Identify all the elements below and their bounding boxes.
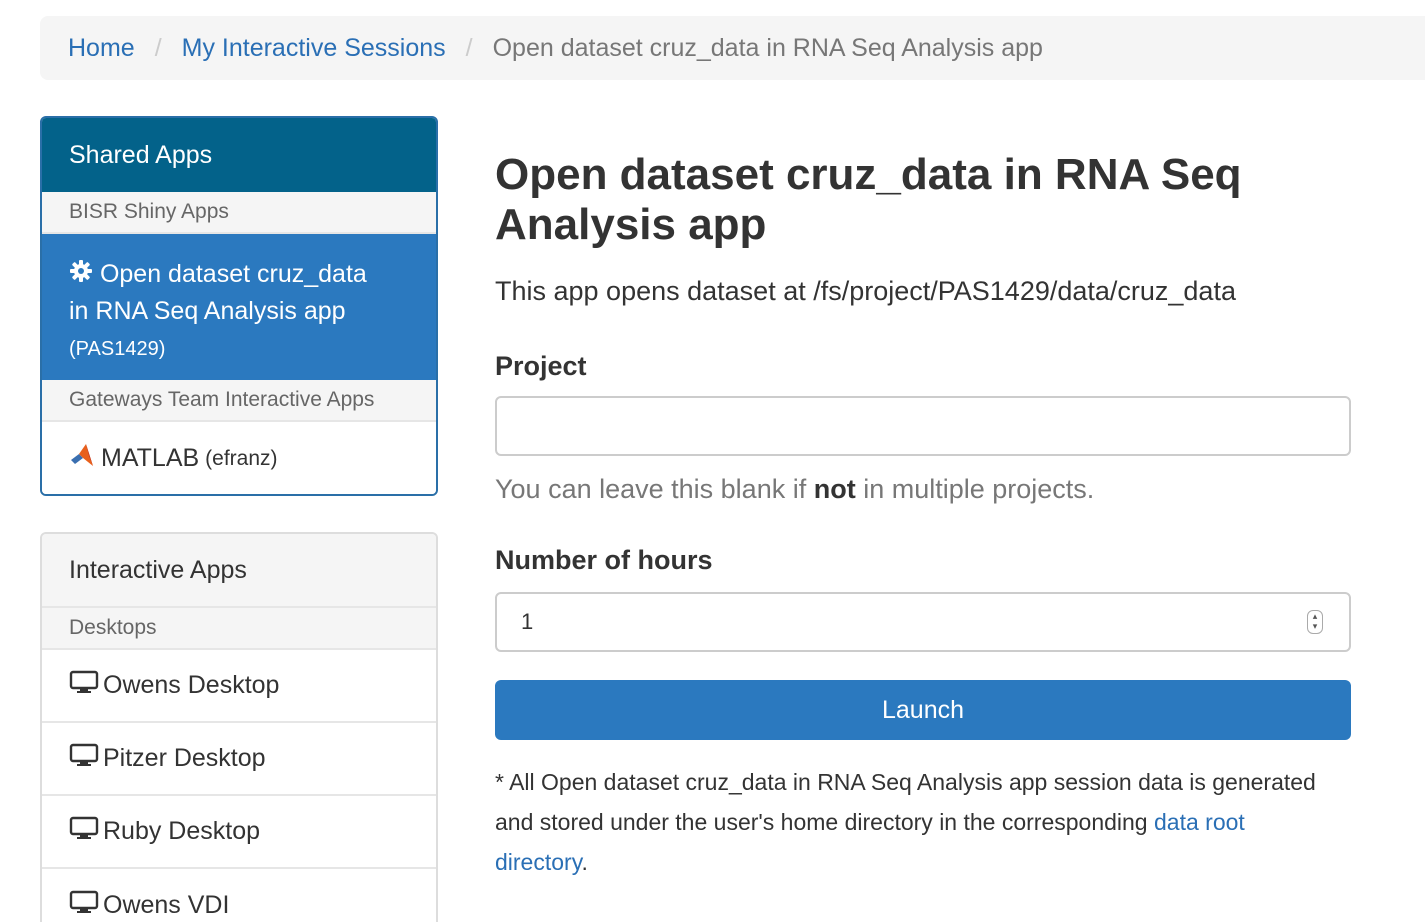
interactive-apps-heading: Interactive Apps — [42, 534, 436, 608]
sidebar-item-matlab[interactable]: MATLAB (efranz) — [42, 422, 436, 494]
sidebar-item-open-dataset[interactable]: Open dataset cruz_data in RNA Seq Analys… — [42, 234, 436, 380]
sidebar-item-label: Ruby Desktop — [103, 817, 261, 845]
sidebar-item-label: MATLAB — [101, 444, 200, 472]
sidebar-item-label: Open dataset cruz_data — [99, 260, 367, 288]
sidebar-item-label: Owens Desktop — [103, 671, 280, 699]
interactive-apps-panel: Interactive Apps Desktops Owens Desktop … — [40, 532, 438, 922]
shared-apps-heading: Shared Apps — [42, 118, 436, 192]
sidebar-item-pitzer-desktop[interactable]: Pitzer Desktop — [42, 723, 436, 796]
hours-value: 1 — [521, 609, 534, 634]
project-help-pre: You can leave this blank if — [495, 474, 814, 504]
group-header-bisr: BISR Shiny Apps — [42, 192, 436, 234]
hours-input[interactable]: 1 ▴ ▾ — [495, 592, 1351, 652]
number-spinner-icon[interactable]: ▴ ▾ — [1307, 610, 1323, 634]
breadcrumb-home[interactable]: Home — [68, 34, 135, 63]
matlab-icon — [69, 442, 95, 475]
shared-apps-panel: Shared Apps BISR Shiny Apps Open dataset — [40, 116, 438, 496]
project-help-bold: not — [813, 474, 856, 504]
breadcrumb-current: Open dataset cruz_data in RNA Seq Analys… — [492, 33, 1043, 62]
project-help-text: You can leave this blank if not in multi… — [495, 474, 1351, 505]
desktop-icon — [69, 890, 99, 921]
desktop-icon — [69, 816, 99, 847]
note-end: . — [581, 849, 588, 875]
page-title: Open dataset cruz_data in RNA Seq Analys… — [495, 150, 1351, 250]
gear-icon — [69, 257, 93, 293]
hours-label: Number of hours — [495, 545, 713, 575]
main-content: Open dataset cruz_data in RNA Seq Analys… — [495, 150, 1351, 882]
sidebar-item-label: in RNA Seq Analysis app — [69, 297, 346, 326]
desktop-icon — [69, 743, 99, 774]
breadcrumb-separator: / — [465, 33, 473, 62]
sidebar-item-label: Owens VDI — [103, 891, 230, 919]
sidebar-item-owens-vdi[interactable]: Owens VDI — [42, 869, 436, 922]
group-header-desktops: Desktops — [42, 608, 436, 650]
breadcrumb: Home / My Interactive Sessions / Open da… — [40, 16, 1425, 80]
page-title-line2: Analysis app — [495, 200, 767, 249]
project-label: Project — [495, 351, 587, 381]
breadcrumb-separator: / — [154, 33, 162, 62]
page-title-line1: Open dataset cruz_data in RNA Seq — [495, 150, 1242, 199]
project-help-post: in multiple projects. — [855, 474, 1095, 504]
sidebar-item-owner: (PAS1429) — [69, 338, 166, 361]
group-header-gateways: Gateways Team Interactive Apps — [42, 380, 436, 422]
desktop-icon — [69, 670, 99, 701]
breadcrumb-sessions[interactable]: My Interactive Sessions — [182, 34, 446, 63]
sidebar-item-ruby-desktop[interactable]: Ruby Desktop — [42, 796, 436, 869]
project-input[interactable] — [495, 396, 1351, 456]
sidebar-item-owens-desktop[interactable]: Owens Desktop — [42, 650, 436, 723]
launch-button[interactable]: Launch — [495, 680, 1351, 740]
sidebar-item-owner: (efranz) — [205, 446, 278, 470]
session-data-note: * All Open dataset cruz_data in RNA Seq … — [495, 762, 1325, 882]
sidebar-item-label: Pitzer Desktop — [103, 744, 266, 772]
app-description: This app opens dataset at /fs/project/PA… — [495, 276, 1236, 306]
